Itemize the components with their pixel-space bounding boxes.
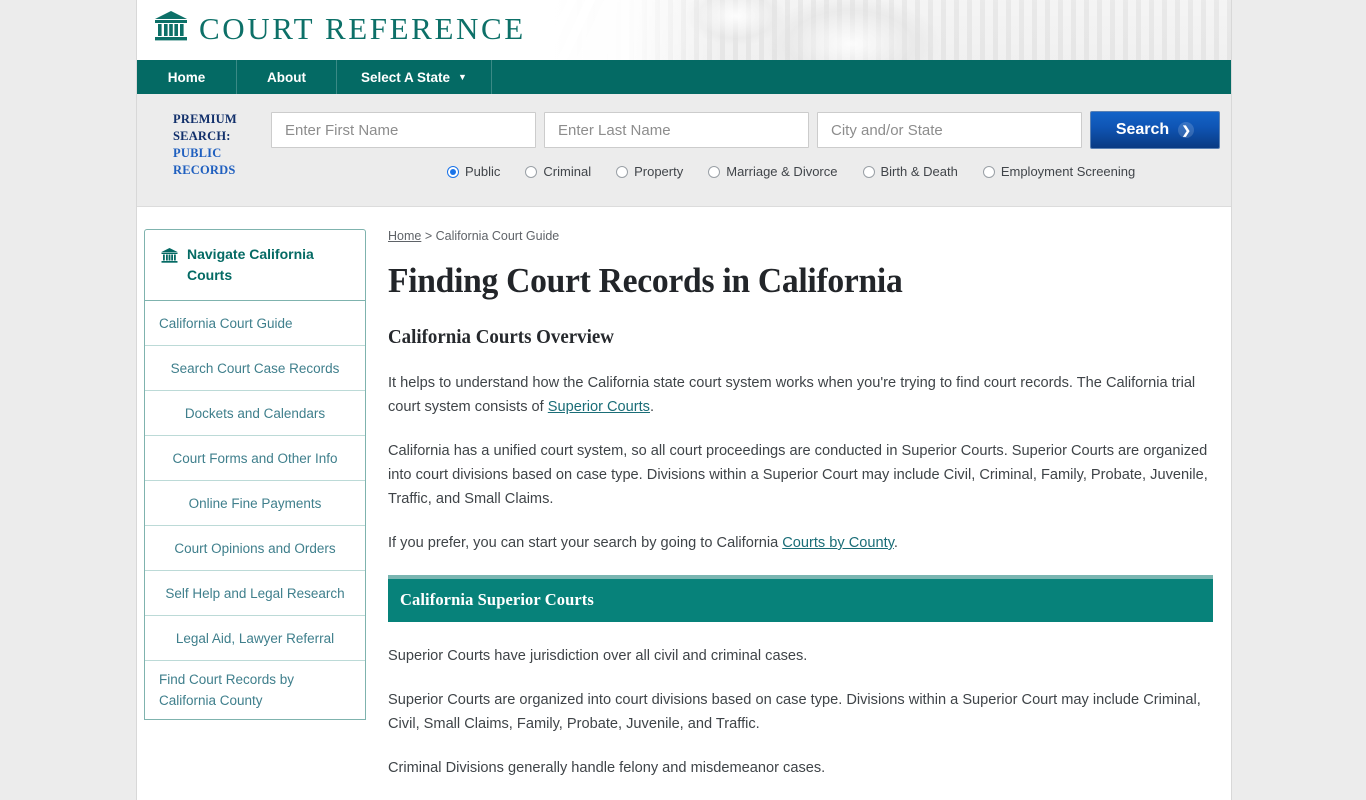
radio-option-criminal[interactable]: Criminal	[525, 164, 591, 179]
sidebar-item-search-court-case-records[interactable]: Search Court Case Records	[145, 346, 365, 391]
sidebar-item-dockets-and-calendars[interactable]: Dockets and Calendars	[145, 391, 365, 436]
radio-option-birth-death[interactable]: Birth & Death	[862, 164, 958, 179]
premium-label-line1: PREMIUM	[173, 112, 237, 126]
paragraph-overview-2: California has a unified court system, s…	[388, 443, 1208, 507]
paragraph-text: It helps to understand how the Californi…	[388, 375, 1196, 415]
city-state-input[interactable]	[817, 112, 1082, 148]
radio-label: Property	[634, 164, 684, 179]
radio-dot	[982, 165, 995, 178]
nav-item-label: Home	[167, 69, 206, 85]
paragraph-overview-3: If you prefer, you can start your search…	[388, 531, 1213, 555]
brand-name: COURT REFERENCE	[199, 10, 526, 46]
nav-item-label: Select A State	[361, 69, 451, 85]
radio-dot	[862, 165, 875, 178]
courthouse-icon	[154, 10, 188, 47]
breadcrumb-home-link[interactable]: Home	[388, 229, 421, 243]
premium-label-line2: SEARCH:	[173, 129, 231, 143]
search-button[interactable]: Search ❯	[1090, 111, 1220, 149]
main-column: Home > California Court Guide Finding Co…	[366, 229, 1231, 800]
sidebar-item-label: Legal Aid, Lawyer Referral	[175, 630, 335, 646]
radio-option-marriage-divorce[interactable]: Marriage & Divorce	[708, 164, 838, 179]
sidebar-item-label: Search Court Case Records	[170, 360, 340, 376]
premium-search-label: PREMIUM SEARCH: PUBLIC RECORDS	[173, 111, 265, 179]
nav-item-select-a-state[interactable]: Select A State ▼	[337, 60, 492, 94]
radio-option-property[interactable]: Property	[616, 164, 683, 179]
breadcrumb-current: California Court Guide	[435, 229, 560, 243]
masthead: COURT REFERENCE	[137, 0, 1231, 60]
radio-option-employment-screening[interactable]: Employment Screening	[982, 164, 1136, 179]
radio-label: Marriage & Divorce	[726, 164, 838, 179]
sidebar-item-label: Online Fine Payments	[188, 495, 322, 511]
paragraph-overview-1: It helps to understand how the Californi…	[388, 371, 1213, 419]
breadcrumb: Home > California Court Guide	[388, 229, 1213, 243]
premium-search-panel: PREMIUM SEARCH: PUBLIC RECORDS Search ❯ …	[137, 94, 1231, 207]
radio-dot	[616, 165, 629, 178]
sidebar-item-label: Dockets and Calendars	[184, 405, 326, 421]
sidebar: Navigate California Courts California Co…	[144, 229, 366, 800]
last-name-input[interactable]	[544, 112, 809, 148]
search-fields-row: Search ❯	[271, 111, 1220, 149]
sidebar-item-self-help-and-legal-research[interactable]: Self Help and Legal Research	[145, 571, 365, 616]
sidebar-item-label: Self Help and Legal Research	[165, 585, 345, 601]
courts-by-county-link[interactable]: Courts by County	[782, 535, 894, 551]
courthouse-columns-photo	[551, 0, 1231, 60]
chevron-down-icon: ▼	[458, 72, 467, 82]
sidebar-item-find-court-records-by-county[interactable]: Find Court Records by California County	[145, 661, 365, 719]
paragraph-superior-1: Superior Courts have jurisdiction over a…	[388, 648, 808, 664]
chevron-right-icon: ❯	[1178, 122, 1195, 138]
section-heading-banner: California Superior Courts	[388, 575, 1213, 622]
page-container: COURT REFERENCE Home About Select A Stat…	[136, 0, 1232, 800]
section-subheading: California Courts Overview	[388, 327, 614, 348]
paragraph-superior-2: Superior Courts are organized into court…	[388, 692, 1201, 732]
record-type-radio-group: Public Criminal Property Marriage & Divo…	[447, 164, 1135, 179]
breadcrumb-separator: >	[421, 229, 436, 243]
sidebar-item-label: Court Forms and Other Info	[172, 450, 338, 466]
public-records-link-line1[interactable]: PUBLIC	[173, 145, 265, 162]
nav-item-label: About	[267, 69, 306, 85]
sidebar-item-online-fine-payments[interactable]: Online Fine Payments	[145, 481, 365, 526]
radio-label: Public	[465, 164, 501, 179]
public-records-link-line2[interactable]: RECORDS	[173, 162, 265, 179]
radio-label: Employment Screening	[1000, 164, 1136, 179]
radio-label: Birth & Death	[880, 164, 958, 179]
sidebar-item-california-court-guide[interactable]: California Court Guide	[145, 301, 365, 346]
nav-item-home[interactable]: Home	[137, 60, 237, 94]
sidebar-item-label: California Court Guide	[159, 315, 293, 331]
radio-option-public[interactable]: Public	[447, 164, 500, 179]
paragraph-text: .	[893, 535, 898, 551]
main-navigation: Home About Select A State ▼	[137, 60, 1231, 94]
paragraph-text: If you prefer, you can start your search…	[388, 535, 783, 551]
sidebar-header: Navigate California Courts	[145, 230, 365, 301]
sidebar-item-court-opinions-and-orders[interactable]: Court Opinions and Orders	[145, 526, 365, 571]
search-button-label: Search	[1115, 121, 1170, 138]
sidebar-header-label: Navigate California Courts	[187, 246, 314, 283]
sidebar-item-court-forms-and-other-info[interactable]: Court Forms and Other Info	[145, 436, 365, 481]
paragraph-superior-3: Criminal Divisions generally handle felo…	[388, 760, 826, 776]
radio-label: Criminal	[543, 164, 592, 179]
sidebar-item-label: Find Court Records by California County	[159, 672, 295, 708]
content-area: Navigate California Courts California Co…	[137, 207, 1231, 800]
navigate-courts-box: Navigate California Courts California Co…	[144, 229, 366, 720]
sidebar-item-legal-aid-lawyer-referral[interactable]: Legal Aid, Lawyer Referral	[145, 616, 365, 661]
section-heading-label: California Superior Courts	[400, 590, 594, 609]
paragraph-text: .	[649, 399, 655, 415]
radio-dot	[447, 165, 459, 178]
radio-dot	[708, 165, 721, 178]
courthouse-icon	[161, 244, 178, 264]
brand-logo[interactable]: COURT REFERENCE	[154, 10, 526, 47]
superior-courts-link[interactable]: Superior Courts	[548, 399, 650, 415]
sidebar-item-label: Court Opinions and Orders	[174, 540, 336, 556]
first-name-input[interactable]	[271, 112, 536, 148]
nav-item-about[interactable]: About	[237, 60, 337, 94]
page-title: Finding Court Records in California	[388, 261, 903, 300]
radio-dot	[525, 165, 538, 178]
